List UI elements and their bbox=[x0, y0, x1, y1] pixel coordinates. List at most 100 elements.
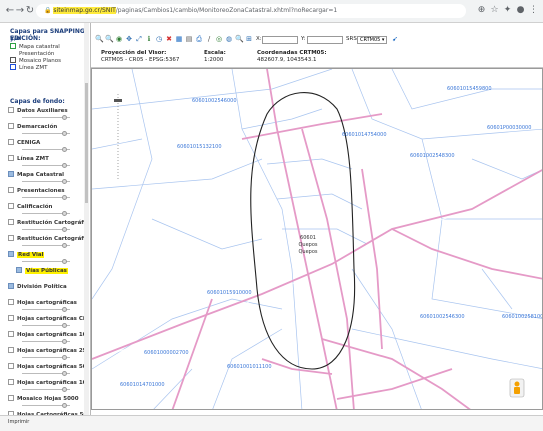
locate-icon[interactable]: ◎ bbox=[215, 35, 223, 43]
info-icon[interactable]: ℹ bbox=[145, 35, 153, 43]
opacity-slider-knob[interactable] bbox=[62, 131, 67, 136]
layer-checkbox[interactable] bbox=[8, 251, 14, 257]
opacity-slider-knob[interactable] bbox=[62, 387, 67, 392]
layer-item[interactable]: Hojas cartográficas 2500 bbox=[8, 347, 86, 355]
opacity-slider[interactable] bbox=[22, 355, 70, 360]
layer-item[interactable]: Línea ZMT bbox=[8, 155, 86, 163]
opacity-slider[interactable] bbox=[22, 163, 70, 168]
go-to-coordinate-icon[interactable]: ➹ bbox=[391, 35, 399, 43]
opacity-slider[interactable] bbox=[22, 339, 70, 344]
opacity-slider-knob[interactable] bbox=[62, 307, 67, 312]
layer-item[interactable]: CENIGA bbox=[8, 139, 86, 147]
layer-checkbox[interactable] bbox=[8, 155, 14, 161]
opacity-slider-knob[interactable] bbox=[62, 211, 67, 216]
opacity-slider-knob[interactable] bbox=[62, 339, 67, 344]
layer-item[interactable]: Mapa Catastral bbox=[8, 171, 86, 179]
zoom-box-icon[interactable]: ⊞ bbox=[245, 35, 253, 43]
y-coordinate-input[interactable] bbox=[307, 36, 343, 44]
grid-icon[interactable]: ▦ bbox=[175, 35, 183, 43]
layer-checkbox[interactable] bbox=[16, 267, 22, 273]
layer-checkbox[interactable] bbox=[8, 123, 14, 129]
star-icon[interactable]: ☆ bbox=[489, 5, 500, 16]
street-view-icon[interactable] bbox=[509, 378, 525, 398]
opacity-slider[interactable] bbox=[22, 323, 70, 328]
history-icon[interactable]: ◷ bbox=[155, 35, 163, 43]
layer-checkbox[interactable] bbox=[8, 219, 14, 225]
layer-item[interactable]: Demarcación bbox=[8, 123, 86, 131]
snap-item-linea-zmt[interactable]: Línea ZMT bbox=[10, 64, 47, 72]
zoom-handle[interactable] bbox=[114, 99, 122, 102]
layer-checkbox[interactable] bbox=[8, 171, 14, 177]
layer-item[interactable]: Red Vial bbox=[8, 251, 86, 259]
map-viewer[interactable]: 60601002546000 60601015459800 60601P000300… bbox=[91, 68, 543, 410]
opacity-slider[interactable] bbox=[22, 259, 70, 264]
draw-line-icon[interactable]: / bbox=[205, 35, 213, 43]
extension-icon[interactable]: ✦ bbox=[502, 5, 513, 16]
layer-checkbox[interactable] bbox=[8, 347, 14, 353]
layer-checkbox[interactable] bbox=[8, 331, 14, 337]
opacity-slider[interactable] bbox=[22, 147, 70, 152]
identify-icon[interactable]: ◍ bbox=[225, 35, 233, 43]
clear-icon[interactable]: ✖ bbox=[165, 35, 173, 43]
opacity-slider-knob[interactable] bbox=[62, 195, 67, 200]
layer-checkbox[interactable] bbox=[8, 315, 14, 321]
opacity-slider[interactable] bbox=[22, 179, 70, 184]
opacity-slider-knob[interactable] bbox=[62, 403, 67, 408]
layer-checkbox[interactable] bbox=[8, 395, 14, 401]
opacity-slider[interactable] bbox=[22, 131, 70, 136]
opacity-slider[interactable] bbox=[22, 115, 70, 120]
layer-item[interactable]: Restitución Cartográfica bbox=[8, 219, 86, 227]
layer-item[interactable]: Hojas cartográficas 10000 bbox=[8, 379, 86, 387]
globe-icon[interactable]: ◉ bbox=[115, 35, 123, 43]
opacity-slider-knob[interactable] bbox=[62, 259, 67, 264]
layer-checkbox[interactable] bbox=[8, 363, 14, 369]
opacity-slider-knob[interactable] bbox=[62, 355, 67, 360]
opacity-slider[interactable] bbox=[22, 227, 70, 232]
opacity-slider[interactable] bbox=[22, 371, 70, 376]
opacity-slider-knob[interactable] bbox=[62, 227, 67, 232]
zoom-extent-icon[interactable]: ⤢ bbox=[135, 35, 143, 43]
x-coordinate-input[interactable] bbox=[262, 36, 298, 44]
layer-checkbox[interactable] bbox=[8, 379, 14, 385]
sidebar-scroll-thumb[interactable] bbox=[85, 83, 88, 203]
opacity-slider[interactable] bbox=[22, 307, 70, 312]
layer-item[interactable]: Mosaico Hojas 5000 bbox=[8, 395, 86, 403]
layer-item[interactable]: Presentaciones bbox=[8, 187, 86, 195]
map-canvas[interactable]: 60601002546000 60601015459800 60601P000300… bbox=[92, 69, 543, 410]
profile-icon[interactable]: ● bbox=[515, 5, 526, 16]
opacity-slider[interactable] bbox=[22, 243, 70, 248]
opacity-slider-knob[interactable] bbox=[62, 115, 67, 120]
layer-checkbox[interactable] bbox=[8, 203, 14, 209]
search-icon[interactable]: 🔍 bbox=[235, 35, 244, 43]
opacity-slider-knob[interactable] bbox=[62, 163, 67, 168]
layer-checkbox[interactable] bbox=[8, 235, 14, 241]
opacity-slider-knob[interactable] bbox=[62, 243, 67, 248]
layer-checkbox[interactable] bbox=[8, 107, 14, 113]
address-bar[interactable]: 🔒 siteinmap.go.cr/SNIT/paginas/Cambios1/… bbox=[36, 4, 466, 18]
zoom-in-icon[interactable]: 🔍 bbox=[95, 35, 104, 43]
reload-icon[interactable]: ↻ bbox=[24, 5, 36, 17]
opacity-slider-knob[interactable] bbox=[62, 179, 67, 184]
layer-checkbox[interactable] bbox=[8, 139, 14, 145]
layer-item[interactable]: División Política bbox=[8, 283, 86, 291]
layer-checkbox[interactable] bbox=[8, 187, 14, 193]
layer-item[interactable]: Vías Públicas bbox=[16, 267, 90, 275]
sidebar-scrollbar[interactable] bbox=[84, 23, 89, 415]
layer-item[interactable]: Hojas cartográficas bbox=[8, 299, 86, 307]
layer-checkbox[interactable] bbox=[8, 283, 14, 289]
opacity-slider-knob[interactable] bbox=[62, 323, 67, 328]
menu-icon[interactable]: ⋮ bbox=[528, 5, 539, 16]
opacity-slider[interactable] bbox=[22, 387, 70, 392]
zoom-out-icon[interactable]: 🔍 bbox=[105, 35, 114, 43]
opacity-slider[interactable] bbox=[22, 211, 70, 216]
layer-item[interactable]: Restitución Cartográfica bbox=[8, 235, 86, 243]
layer-checkbox[interactable] bbox=[8, 299, 14, 305]
srs-select[interactable]: CRTM05 ▾ bbox=[357, 36, 387, 44]
layer-item[interactable]: Calificación bbox=[8, 203, 86, 211]
measure-icon[interactable]: ▤ bbox=[185, 35, 193, 43]
opacity-slider-knob[interactable] bbox=[62, 147, 67, 152]
translate-icon[interactable]: ⊕ bbox=[476, 5, 487, 16]
print-icon[interactable]: ⎙ bbox=[195, 35, 203, 43]
layer-item[interactable]: Datos Auxiliares bbox=[8, 107, 86, 115]
layer-item[interactable]: Hojas cartográficas Ciudad bbox=[8, 315, 86, 323]
